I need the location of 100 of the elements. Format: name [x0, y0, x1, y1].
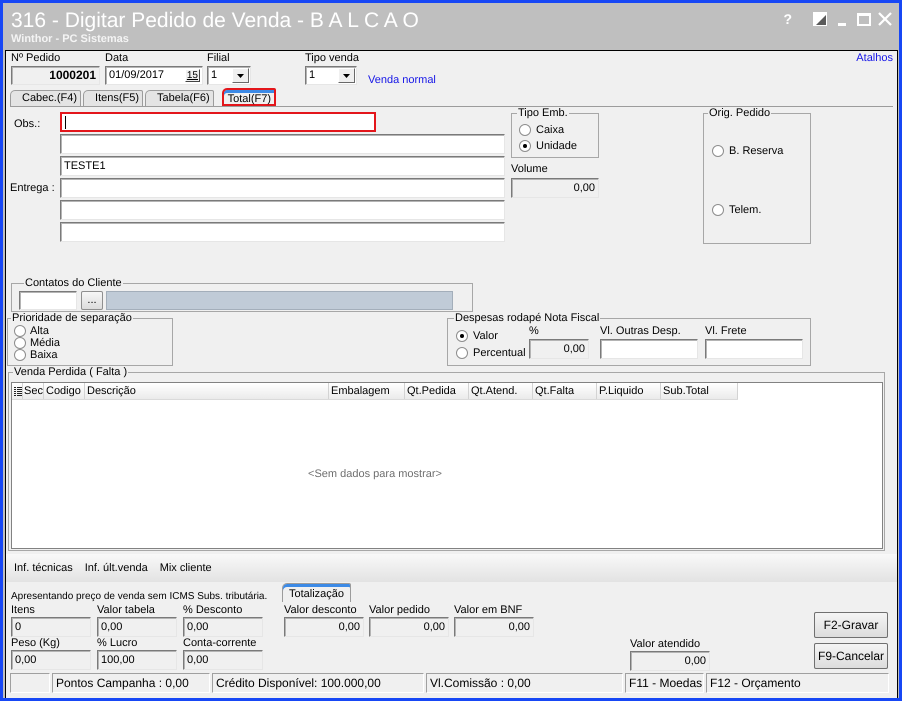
list-icon[interactable] — [14, 386, 22, 396]
delivery-field[interactable] — [60, 200, 505, 220]
value-field[interactable]: 100,00 — [97, 650, 177, 670]
status-panel: Pontos Campanha : 0,00 — [52, 673, 210, 693]
dropdown-button[interactable] — [338, 68, 355, 83]
empty-message: <Sem dados para mostrar> — [308, 468, 442, 480]
radio-button[interactable] — [712, 145, 724, 157]
field-label: Valor atendido — [630, 638, 700, 651]
value-field[interactable]: 0 — [11, 617, 91, 637]
value-field[interactable]: 0,00 — [183, 617, 263, 637]
radio-label[interactable]: Unidade — [536, 140, 577, 152]
tab[interactable]: Totalização — [282, 583, 352, 602]
group-title: Contatos do Cliente — [24, 277, 123, 290]
group-title: Tipo Emb. — [517, 107, 569, 120]
action-button[interactable]: F9-Cancelar — [814, 643, 888, 669]
link[interactable]: Inf. últ.venda — [84, 562, 148, 574]
calendar-button[interactable]: 15 — [184, 69, 200, 82]
status-panel: F11 - Moedas — [625, 673, 704, 693]
tab[interactable]: Cabec.(F4) — [10, 90, 82, 106]
field-label: % Desconto — [183, 604, 242, 617]
tab[interactable]: Itens(F5) — [83, 90, 144, 106]
value-field[interactable]: 0,00 — [369, 617, 449, 637]
radio-button[interactable] — [14, 325, 26, 337]
field-label: Filial — [207, 52, 231, 65]
column-header[interactable]: Embalagem — [329, 383, 405, 399]
volume-field[interactable]: 0,00 — [511, 178, 599, 198]
window-title: 316 - Digitar Pedido de Venda - B A L C A O — [11, 9, 419, 33]
group-title: Prioridade de separação — [11, 312, 133, 325]
column-header[interactable]: Qt.Atend. — [469, 383, 533, 399]
caret-icon — [343, 74, 350, 78]
value-field[interactable]: 0,00 — [97, 617, 177, 637]
radio-label[interactable]: Telem. — [729, 204, 762, 216]
field-label: Entrega : — [10, 182, 55, 195]
radio-label[interactable]: Percentual — [473, 346, 526, 360]
field-label: Obs.: — [14, 118, 40, 131]
dropdown-button[interactable] — [232, 68, 249, 83]
value-field[interactable]: 0,00 — [630, 651, 710, 671]
status-panel — [10, 673, 50, 693]
column-header[interactable]: Descrição — [85, 383, 329, 399]
field-label: Itens — [11, 604, 35, 617]
amount-field[interactable] — [705, 339, 803, 359]
radio-button[interactable] — [519, 124, 531, 136]
radio-button[interactable] — [519, 140, 531, 152]
caret-icon — [237, 74, 244, 78]
radio-label[interactable]: Baixa — [30, 348, 58, 362]
status-panel: Crédito Disponível: 100.000,00 — [212, 673, 424, 693]
field-label: Valor desconto — [284, 604, 357, 617]
status-panel: F12 - Orçamento — [706, 673, 889, 693]
tab[interactable]: Total(F7) — [222, 88, 276, 106]
radio-label[interactable]: Média — [30, 336, 60, 350]
delivery-field[interactable] — [60, 222, 505, 242]
delivery-field[interactable] — [60, 178, 505, 198]
value-field[interactable]: 0,00 — [11, 650, 91, 670]
value-field[interactable]: 0,00 — [183, 650, 263, 670]
group-title: Despesas rodapé Nota Fiscal — [454, 312, 600, 325]
observation-field[interactable] — [60, 134, 505, 154]
value-field[interactable]: 0,00 — [454, 617, 534, 637]
observation-field[interactable]: TESTE1 — [60, 156, 505, 176]
radio-button[interactable] — [456, 347, 468, 359]
lookup-button[interactable]: ... — [81, 291, 103, 310]
amount-field[interactable]: 0,00 — [529, 339, 589, 359]
radio-button[interactable] — [14, 337, 26, 349]
value-field[interactable]: 0,00 — [284, 617, 364, 637]
sale-type-description: Venda normal — [368, 74, 436, 87]
field-label: Data — [105, 52, 130, 65]
radio-label[interactable]: B. Reserva — [729, 144, 784, 158]
field-label: Vl. Outras Desp. — [600, 325, 681, 338]
column-header[interactable]: Sec — [23, 383, 44, 399]
field-label: Volume — [511, 163, 548, 176]
column-header[interactable]: Codigo — [44, 383, 85, 399]
group-title: Venda Perdida ( Falta ) — [13, 366, 128, 379]
shortcuts-link[interactable]: Atalhos — [856, 52, 893, 65]
sale-type-select[interactable]: 1 — [305, 66, 357, 85]
field-label: % Lucro — [97, 637, 138, 650]
column-header[interactable]: P.Liquido — [597, 383, 661, 399]
column-header[interactable]: Qt.Falta — [533, 383, 597, 399]
contact-code-field[interactable] — [19, 291, 77, 310]
column-header[interactable]: Qt.Pedida — [405, 383, 469, 399]
radio-button[interactable] — [14, 349, 26, 361]
radio-button[interactable] — [712, 204, 724, 216]
link[interactable]: Inf. técnicas — [14, 562, 73, 574]
date-field[interactable]: 01/09/2017 15 — [105, 66, 203, 85]
radio-button[interactable] — [456, 330, 468, 342]
text-cursor — [65, 116, 66, 128]
field-label: Vl. Frete — [705, 325, 747, 338]
contact-name-field[interactable] — [106, 291, 453, 310]
branch-select[interactable]: 1 — [207, 66, 251, 85]
radio-label[interactable]: Valor — [473, 330, 498, 342]
field-label: Valor pedido — [369, 604, 430, 617]
amount-field[interactable] — [600, 339, 698, 359]
field-label: Tipo venda — [305, 52, 357, 65]
link[interactable]: Mix cliente — [160, 562, 212, 574]
order-number-field[interactable]: 1000201 — [11, 66, 100, 85]
observation-field[interactable] — [60, 112, 376, 132]
radio-label[interactable]: Caixa — [536, 124, 564, 136]
column-header[interactable]: Sub.Total — [661, 383, 738, 399]
half-filled-square-icon[interactable] — [813, 12, 827, 26]
action-button[interactable]: F2-Gravar — [814, 612, 888, 638]
radio-label[interactable]: Alta — [30, 324, 49, 338]
tab[interactable]: Tabela(F6) — [145, 90, 214, 106]
